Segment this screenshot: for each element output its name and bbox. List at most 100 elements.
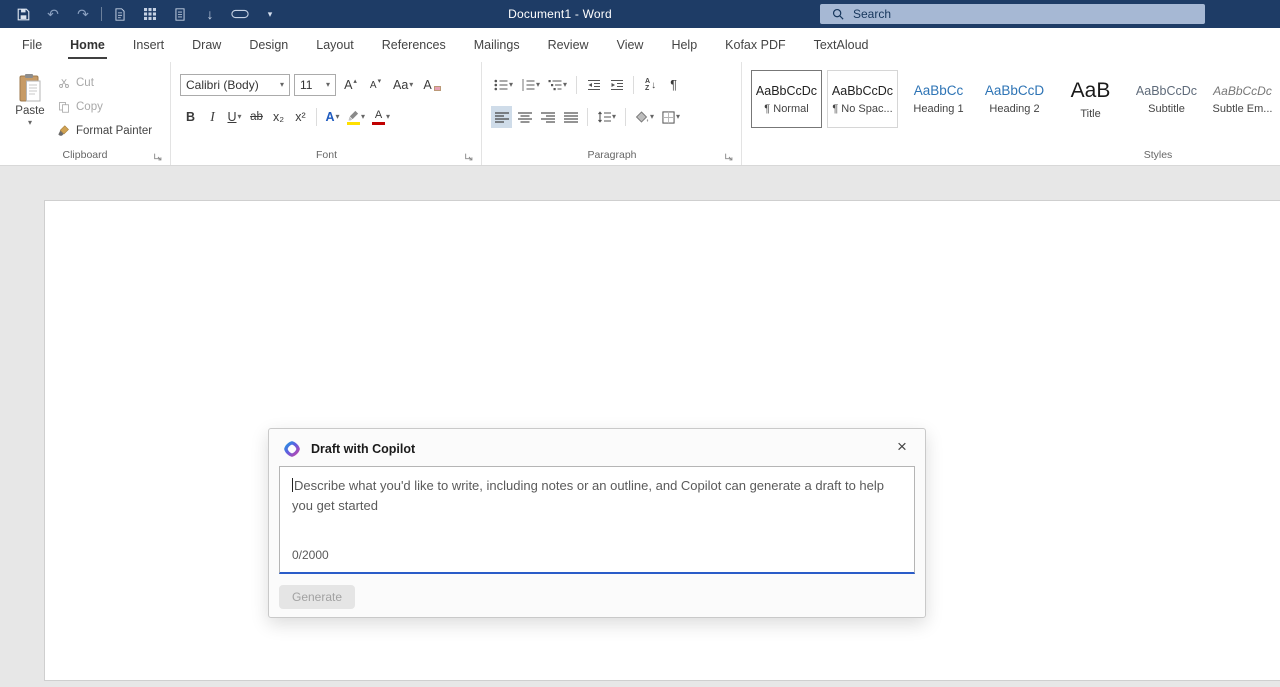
tab-draw[interactable]: Draw	[178, 28, 235, 62]
page-icon	[175, 7, 185, 21]
touch-mouse-mode-button[interactable]	[225, 0, 255, 28]
paste-label: Paste	[15, 105, 45, 117]
align-right-button[interactable]	[537, 106, 558, 128]
font-size-select[interactable]: 11 ▾	[294, 74, 336, 96]
styles-group: AaBbCcDc ¶ Normal AaBbCcDc ¶ No Spac... …	[743, 62, 1280, 165]
customize-qat-button[interactable]: ▾	[255, 0, 285, 28]
italic-icon: I	[210, 109, 215, 124]
line-spacing-button[interactable]: ▾	[594, 106, 619, 128]
separator	[576, 76, 578, 94]
justify-button[interactable]	[560, 106, 581, 128]
paste-clipboard-icon	[19, 74, 41, 102]
copy-button[interactable]: Copy	[58, 98, 152, 116]
tab-file[interactable]: File	[8, 28, 56, 62]
style-heading-2[interactable]: AaBbCcD Heading 2	[979, 70, 1050, 128]
chevron-down-icon: ▾	[335, 112, 340, 121]
tab-insert[interactable]: Insert	[119, 28, 178, 62]
text-effects-button[interactable]: A ▾	[322, 106, 343, 128]
decrease-indent-button[interactable]	[583, 74, 604, 96]
style-title[interactable]: AaB Title	[1055, 70, 1126, 128]
chevron-down-icon: ▾	[325, 80, 330, 89]
sort-icon: A Z	[645, 78, 651, 92]
shrink-font-icon: A	[369, 79, 377, 91]
qat-page-button[interactable]	[165, 0, 195, 28]
undo-button[interactable]: ↶	[38, 0, 68, 28]
tab-mailings[interactable]: Mailings	[460, 28, 534, 62]
chevron-down-icon: ▾	[409, 80, 414, 89]
paste-button[interactable]: Paste ▾	[8, 68, 52, 150]
italic-button[interactable]: I	[202, 106, 223, 128]
style-preview: AaBbCcDc	[1135, 83, 1198, 98]
paragraph-group-label: Paragraph	[587, 149, 637, 161]
tab-layout[interactable]: Layout	[302, 28, 368, 62]
shrink-font-button[interactable]: A ▾	[365, 74, 386, 96]
shading-icon	[635, 111, 649, 123]
strikethrough-button[interactable]: ab	[246, 106, 267, 128]
numbering-button[interactable]: ▾	[518, 74, 543, 96]
change-case-button[interactable]: Aa ▾	[390, 74, 416, 96]
align-center-button[interactable]	[514, 106, 535, 128]
style-name: Title	[1080, 107, 1101, 120]
separator	[625, 108, 627, 126]
cut-button[interactable]: Cut	[58, 74, 152, 92]
format-painter-button[interactable]: Format Painter	[58, 122, 152, 140]
qat-download-button[interactable]: ↓	[195, 0, 225, 28]
paragraph-dialog-launcher[interactable]	[724, 149, 735, 161]
align-left-button[interactable]	[491, 106, 512, 128]
arrow-up-icon: ▴	[353, 78, 357, 85]
qat-document-button[interactable]	[105, 0, 135, 28]
subscript-button[interactable]: x₂	[268, 106, 289, 128]
bold-button[interactable]: B	[180, 106, 201, 128]
search-box[interactable]: Search	[820, 4, 1205, 24]
clipboard-dialog-launcher[interactable]	[153, 149, 164, 161]
close-button[interactable]: ×	[891, 436, 913, 458]
tab-review[interactable]: Review	[534, 28, 603, 62]
font-name-value: Calibri (Body)	[186, 78, 259, 92]
tab-references[interactable]: References	[368, 28, 460, 62]
save-button[interactable]	[8, 0, 38, 28]
borders-button[interactable]: ▾	[659, 106, 683, 128]
sort-button[interactable]: A Z ↓	[640, 74, 661, 96]
style-no-spacing[interactable]: AaBbCcDc ¶ No Spac...	[827, 70, 898, 128]
tab-home[interactable]: Home	[56, 28, 119, 62]
font-color-button[interactable]: A ▾	[369, 106, 393, 128]
bullets-button[interactable]: ▾	[491, 74, 516, 96]
chevron-down-icon: ▾	[676, 112, 681, 121]
increase-indent-button[interactable]	[606, 74, 627, 96]
dialog-title: Draft with Copilot	[311, 442, 416, 456]
shading-button[interactable]: ▾	[632, 106, 657, 128]
font-name-select[interactable]: Calibri (Body) ▾	[180, 74, 290, 96]
separator	[316, 108, 317, 126]
prompt-input[interactable]: Describe what you'd like to write, inclu…	[279, 466, 915, 574]
clear-formatting-button[interactable]: A	[420, 74, 443, 96]
redo-button[interactable]: ↷	[68, 0, 98, 28]
underline-button[interactable]: U ▾	[224, 106, 245, 128]
qat-grid-button[interactable]	[135, 0, 165, 28]
bullets-icon	[494, 79, 508, 91]
tab-kofax-pdf[interactable]: Kofax PDF	[711, 28, 799, 62]
justify-icon	[563, 111, 578, 123]
style-preview: AaBbCcDc	[831, 83, 894, 98]
show-hide-marks-button[interactable]: ¶	[663, 74, 684, 96]
grow-font-button[interactable]: A ▴	[340, 74, 361, 96]
tab-view[interactable]: View	[603, 28, 658, 62]
tab-design[interactable]: Design	[235, 28, 302, 62]
tab-help[interactable]: Help	[657, 28, 711, 62]
align-right-icon	[540, 111, 555, 123]
style-heading-1[interactable]: AaBbCc Heading 1	[903, 70, 974, 128]
paragraph-group: ▾ ▾ ▾ A Z ↓ ¶ ▾ ▾ ▾ Paragraph	[483, 62, 742, 165]
multilevel-list-button[interactable]: ▾	[545, 74, 570, 96]
format-painter-icon	[58, 125, 69, 136]
chevron-down-icon: ▾	[27, 118, 32, 127]
style-normal[interactable]: AaBbCcDc ¶ Normal	[751, 70, 822, 128]
tab-textaloud[interactable]: TextAloud	[800, 28, 883, 62]
highlight-button[interactable]: ▾	[344, 106, 368, 128]
style-name: ¶ Normal	[764, 102, 809, 115]
superscript-button[interactable]: x²	[290, 106, 311, 128]
prompt-placeholder: Describe what you'd like to write, inclu…	[292, 478, 885, 513]
style-subtle-emphasis[interactable]: AaBbCcDc Subtle Em...	[1207, 70, 1278, 128]
underline-icon: U	[227, 110, 237, 124]
generate-button[interactable]: Generate	[279, 585, 356, 609]
style-subtitle[interactable]: AaBbCcDc Subtitle	[1131, 70, 1202, 128]
font-dialog-launcher[interactable]	[464, 149, 475, 161]
